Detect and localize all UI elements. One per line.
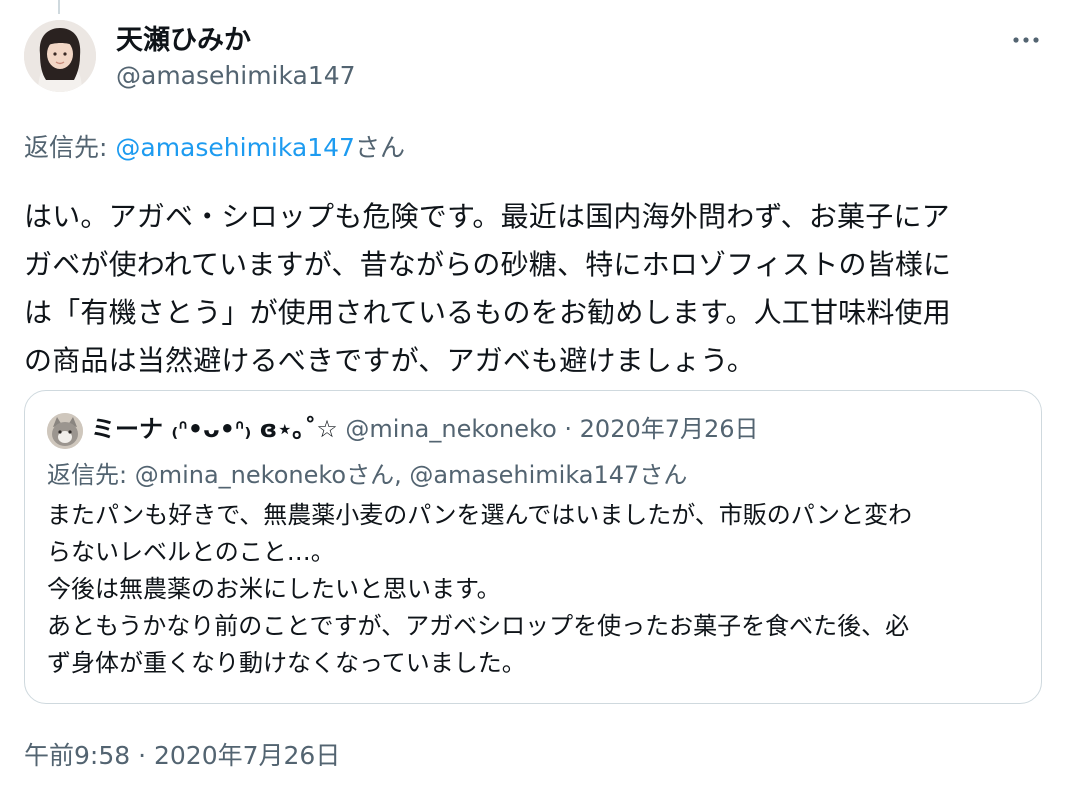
thread-connector-line	[58, 0, 60, 14]
quoted-tweet-text: またパンも好きで、無農薬小麦のパンを選んではいましたが、市販のパンと変わ らない…	[47, 501, 912, 677]
more-horizontal-icon	[1013, 37, 1039, 43]
reply-to-suffix: さん	[354, 133, 405, 162]
quoted-reply-prefix: 返信先:	[47, 461, 135, 489]
quoted-handle[interactable]: @mina_nekoneko	[345, 415, 556, 443]
reply-to-prefix: 返信先:	[24, 133, 116, 162]
reply-to-handle-link[interactable]: @amasehimika147	[115, 133, 355, 162]
author-handle[interactable]: @amasehimika147	[116, 60, 356, 92]
quoted-display-name[interactable]: ミーナ ₍ᐢ•ᴗ•ᐢ₎ ɞ⋆｡˚☆	[91, 415, 338, 443]
author-avatar[interactable]	[24, 20, 96, 92]
tweet-text: はい。アガベ・シロップも危険です。最近は国内海外問わず、お菓子にア ガベが使われ…	[24, 200, 952, 377]
reply-to-line: 返信先: @amasehimika147さん	[24, 132, 405, 164]
quoted-header: ミーナ ₍ᐢ•ᴗ•ᐢ₎ ɞ⋆｡˚☆ @mina_nekoneko · 2020年…	[91, 413, 759, 445]
more-options-button[interactable]	[1004, 26, 1048, 54]
quoted-tweet-card[interactable]: ミーナ ₍ᐢ•ᴗ•ᐢ₎ ɞ⋆｡˚☆ @mina_nekoneko · 2020年…	[24, 390, 1042, 704]
tweet-timestamp[interactable]: 午前9:58 · 2020年7月26日	[24, 740, 340, 772]
quoted-date[interactable]: 2020年7月26日	[580, 415, 759, 443]
quoted-reply-handles: @mina_nekonekoさん, @amasehimika147さん	[134, 461, 688, 489]
quoted-author-avatar[interactable]	[47, 413, 83, 449]
quoted-separator: ·	[556, 415, 580, 443]
quoted-reply-to-line: 返信先: @mina_nekonekoさん, @amasehimika147さん	[47, 459, 687, 491]
author-display-name[interactable]: 天瀬ひみか	[116, 24, 251, 58]
